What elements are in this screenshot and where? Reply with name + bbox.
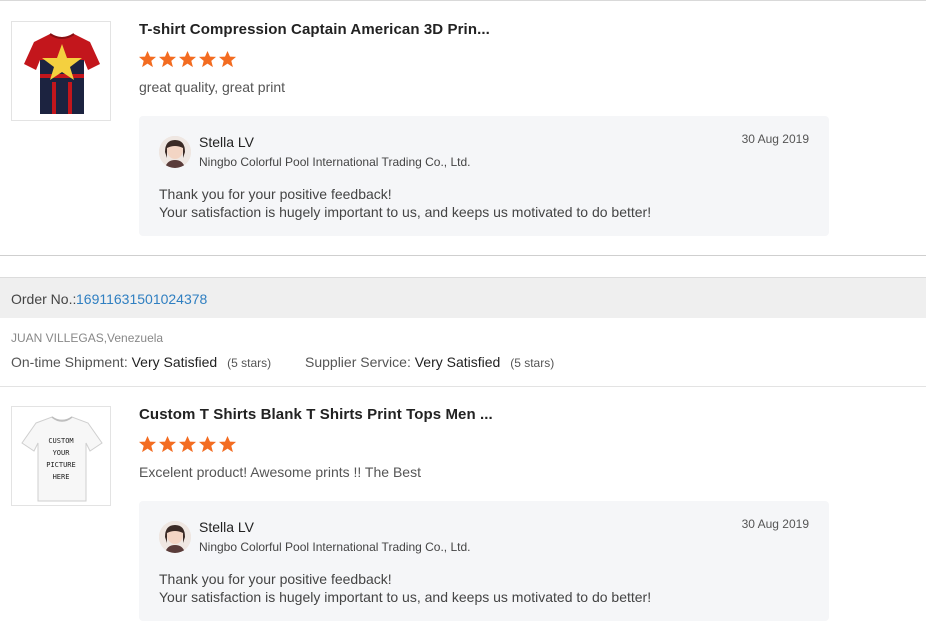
reply-date: 30 Aug 2019 (741, 132, 809, 146)
star-icon (158, 435, 177, 453)
rating-stars (138, 50, 237, 69)
reply-company: Ningbo Colorful Pool International Tradi… (199, 155, 471, 169)
buyer-info: JUAN VILLEGAS,Venezuela (11, 331, 164, 345)
star-icon (178, 50, 197, 68)
star-icon (158, 50, 177, 68)
star-icon (198, 435, 217, 453)
reply-line: Thank you for your positive feedback! (159, 186, 392, 202)
star-icon (138, 435, 157, 453)
section-gap (0, 257, 926, 277)
order-header: Order No.: 16911631501024378 (0, 277, 926, 318)
reply-author-name: Stella LV (199, 134, 254, 150)
order-number-link[interactable]: 16911631501024378 (76, 291, 207, 307)
star-icon (138, 50, 157, 68)
rating-stars (138, 435, 237, 454)
metric-value: Very Satisfied (414, 354, 501, 370)
review-comment: Excelent product! Awesome prints !! The … (139, 464, 421, 480)
metric-stars-count: (5 stars) (227, 356, 272, 370)
metric-stars-count: (5 stars) (510, 356, 555, 370)
image-text: CUSTOM (48, 437, 73, 445)
seller-reply: Stella LV Ningbo Colorful Pool Internati… (139, 501, 829, 621)
star-icon (218, 435, 237, 453)
product-thumbnail-captain-marvel-shirt[interactable] (11, 21, 111, 121)
seller-reply: Stella LV Ningbo Colorful Pool Internati… (139, 116, 829, 236)
ontime-shipment-rating: On-time Shipment: Very Satisfied (5 star… (11, 354, 271, 370)
star-icon (198, 50, 217, 68)
reply-author-name: Stella LV (199, 519, 254, 535)
image-text: YOUR (53, 449, 71, 457)
order-number-label: Order No.: (11, 291, 77, 307)
metric-label: Supplier Service: (305, 354, 411, 370)
reply-line: Your satisfaction is hugely important to… (159, 589, 652, 605)
metric-value: Very Satisfied (131, 354, 218, 370)
avatar (159, 136, 191, 168)
product-thumbnail-custom-tshirt[interactable]: CUSTOM YOUR PICTURE HERE (11, 406, 111, 506)
reply-line: Thank you for your positive feedback! (159, 571, 392, 587)
product-title[interactable]: T-shirt Compression Captain American 3D … (139, 21, 490, 38)
metric-label: On-time Shipment: (11, 354, 128, 370)
image-text: PICTURE (46, 461, 76, 469)
product-title[interactable]: Custom T Shirts Blank T Shirts Print Top… (139, 406, 493, 423)
avatar (159, 521, 191, 553)
star-icon (178, 435, 197, 453)
reply-message: Thank you for your positive feedback! Yo… (159, 185, 651, 221)
review-item: CUSTOM YOUR PICTURE HERE Custom T Shirts… (0, 386, 926, 637)
review-item: T-shirt Compression Captain American 3D … (0, 0, 926, 256)
supplier-service-rating: Supplier Service: Very Satisfied (5 star… (305, 354, 554, 370)
reply-company: Ningbo Colorful Pool International Tradi… (199, 540, 471, 554)
reply-date: 30 Aug 2019 (741, 517, 809, 531)
reply-line: Your satisfaction is hugely important to… (159, 204, 652, 220)
image-text: HERE (53, 473, 70, 481)
reply-message: Thank you for your positive feedback! Yo… (159, 570, 651, 606)
star-icon (218, 50, 237, 68)
review-comment: great quality, great print (139, 79, 286, 95)
